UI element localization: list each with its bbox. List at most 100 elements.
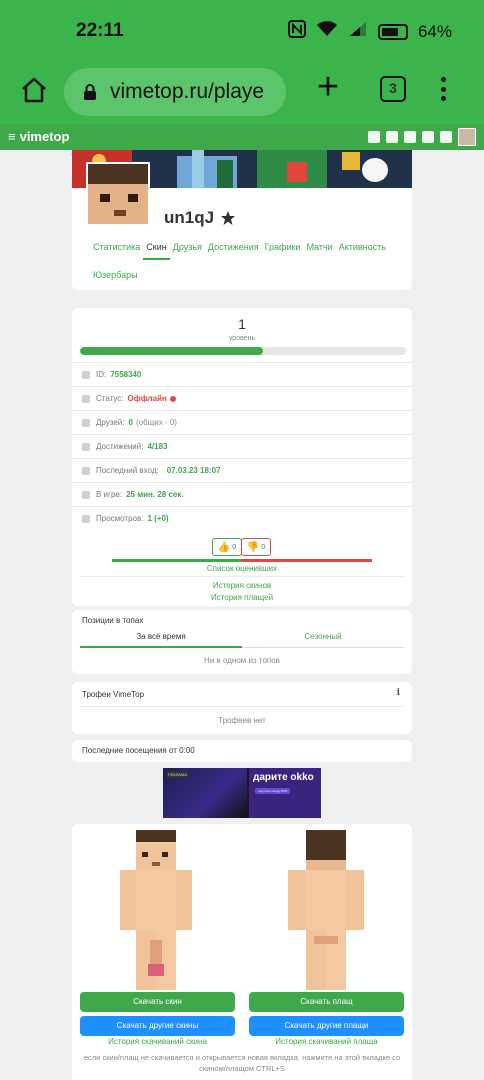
tab-achievements[interactable]: Достижения bbox=[205, 242, 262, 260]
friends-icon bbox=[82, 418, 90, 427]
tab-activity[interactable]: Активность bbox=[336, 242, 389, 260]
friends-value: 0 bbox=[128, 418, 133, 427]
site-navbar: ≡ vimetop bbox=[0, 124, 484, 150]
trophies-card: Трофеи VimeTop i Трофеев нет bbox=[72, 682, 412, 734]
user-avatar[interactable] bbox=[458, 128, 476, 146]
thumbs-up-icon: 👍 bbox=[217, 541, 231, 553]
download-note: если скин/плащ не скачивается и открывае… bbox=[83, 1053, 401, 1073]
level-caption: уровень bbox=[228, 335, 256, 342]
chat-icon[interactable] bbox=[386, 131, 398, 143]
home-icon bbox=[22, 77, 46, 103]
browser-menu-button[interactable] bbox=[438, 74, 448, 104]
last-login-label: Последний вход: bbox=[96, 466, 159, 475]
ingame-value: 25 мин. 28 сек. bbox=[126, 490, 184, 499]
tops-title: Позиции в топах bbox=[82, 616, 144, 625]
download-cape-button[interactable]: Скачать плащ bbox=[249, 992, 404, 1012]
info-icon[interactable]: i bbox=[397, 688, 400, 698]
status-icon bbox=[82, 394, 90, 403]
level-progress-fill bbox=[80, 347, 263, 355]
home-button[interactable] bbox=[16, 72, 52, 108]
player-avatar bbox=[86, 162, 150, 226]
stats-card: 1 уровень ID: 7558340 Статус: Оффлайн Др… bbox=[72, 308, 412, 606]
lightning-icon bbox=[82, 466, 90, 475]
stat-row-ingame: В игре: 25 мин. 28 сек. bbox=[72, 482, 412, 506]
ad-cta: получить скидку 50% bbox=[255, 788, 291, 794]
id-label: ID: bbox=[96, 370, 107, 379]
browser-toolbar: vimetop.ru/playe + 3 bbox=[0, 60, 484, 124]
offline-dot-icon bbox=[169, 395, 176, 402]
star-icon[interactable] bbox=[220, 210, 236, 226]
skin-download-history-link[interactable]: История скачиваний скина bbox=[80, 1037, 235, 1046]
id-icon bbox=[82, 370, 90, 379]
battery-icon bbox=[377, 23, 408, 40]
tab-switcher-button[interactable]: 3 bbox=[380, 76, 406, 102]
friends-common: (общих - 0) bbox=[135, 418, 177, 427]
tops-card: Позиции в топах За всё время Сезонный Ни… bbox=[72, 610, 412, 674]
skin-history-link[interactable]: История скинов bbox=[72, 581, 412, 590]
signal-icon bbox=[348, 20, 368, 43]
status-label: Статус: bbox=[96, 394, 124, 403]
tab-statistics[interactable]: Статистика bbox=[90, 242, 143, 260]
achievements-value: 4/183 bbox=[147, 442, 168, 451]
shield-icon[interactable] bbox=[422, 131, 434, 143]
last-login-value: 07.03.23 18:07 bbox=[166, 466, 221, 475]
stat-row-views: Просмотров: 1 (+0) bbox=[72, 506, 412, 530]
dislike-count: 0 bbox=[261, 543, 266, 551]
player-name: un1qJ bbox=[164, 208, 236, 228]
eye-icon bbox=[82, 514, 90, 523]
tab-matches[interactable]: Матчи bbox=[303, 242, 335, 260]
bell-icon[interactable] bbox=[440, 131, 452, 143]
achievements-label: Достижений: bbox=[96, 442, 144, 451]
tab-all-time[interactable]: За всё время bbox=[80, 632, 242, 648]
id-value: 7558340 bbox=[110, 370, 142, 379]
tab-seasonal[interactable]: Сезонный bbox=[242, 632, 404, 648]
tab-skin[interactable]: Скин bbox=[143, 242, 170, 260]
download-other-skins-button[interactable]: Скачать другие скины bbox=[80, 1016, 235, 1036]
tab-friends[interactable]: Друзья bbox=[170, 242, 205, 260]
lock-icon bbox=[84, 84, 96, 100]
vote-buttons: 👍 0 👎 0 bbox=[212, 538, 271, 556]
status-value: Оффлайн bbox=[127, 394, 167, 403]
profile-tabs: Статистика Скин Друзья Достижения График… bbox=[90, 242, 390, 290]
cape-download-history-link[interactable]: История скачиваний плаща bbox=[249, 1037, 404, 1046]
status-icons: 64% bbox=[287, 20, 452, 43]
hamburger-icon[interactable]: ≡ bbox=[8, 129, 16, 144]
clock: 22:11 bbox=[76, 20, 124, 41]
tab-graphs[interactable]: Графики bbox=[262, 242, 304, 260]
stat-row-friends: Друзей: 0 (общих - 0) bbox=[72, 410, 412, 434]
stat-row-achievements: Достижений: 4/183 bbox=[72, 434, 412, 458]
raters-link[interactable]: Список оценивших bbox=[72, 564, 412, 573]
username-text: un1qJ bbox=[164, 208, 215, 227]
tab-userbars[interactable]: Юзербары bbox=[90, 270, 141, 288]
new-tab-button[interactable]: + bbox=[312, 68, 344, 106]
ad-badge: РЕКЛАМА bbox=[166, 771, 189, 778]
download-other-capes-button[interactable]: Скачать другие плащи bbox=[249, 1016, 404, 1036]
level-value: 1 bbox=[238, 316, 246, 332]
skins-card: Скачать скин Скачать другие скины Истори… bbox=[72, 824, 412, 1080]
theme-icon[interactable] bbox=[404, 131, 416, 143]
cape-history-link[interactable]: История плащей bbox=[72, 593, 412, 602]
stat-row-status: Статус: Оффлайн bbox=[72, 386, 412, 410]
advertisement-banner[interactable]: РЕКЛАМА дарите okko получить скидку 50% bbox=[163, 768, 321, 818]
visits-card: Последние посещения от 0:00 bbox=[72, 740, 412, 762]
download-skin-button[interactable]: Скачать скин bbox=[80, 992, 235, 1012]
site-logo[interactable]: ≡ vimetop bbox=[8, 129, 73, 144]
views-label: Просмотров: bbox=[96, 514, 144, 523]
thumbs-down-icon: 👎 bbox=[246, 541, 260, 553]
like-button[interactable]: 👍 0 bbox=[212, 538, 242, 556]
trophy-icon bbox=[82, 442, 90, 451]
skin-back-preview bbox=[286, 830, 366, 990]
views-value: 1 (+0) bbox=[147, 514, 169, 523]
nfc-icon bbox=[287, 20, 306, 43]
dislike-button[interactable]: 👎 0 bbox=[241, 538, 271, 556]
address-bar[interactable]: vimetop.ru/playe bbox=[64, 68, 286, 116]
clock-icon bbox=[82, 490, 90, 499]
search-icon[interactable] bbox=[368, 131, 380, 143]
trophies-empty: Трофеев нет bbox=[218, 716, 266, 725]
friends-label: Друзей: bbox=[96, 418, 125, 427]
battery-percent: 64% bbox=[417, 21, 452, 41]
ingame-label: В игре: bbox=[96, 490, 123, 499]
stat-row-id: ID: 7558340 bbox=[72, 362, 412, 386]
like-count: 0 bbox=[232, 543, 237, 551]
tops-tabs: За всё время Сезонный bbox=[80, 632, 404, 648]
